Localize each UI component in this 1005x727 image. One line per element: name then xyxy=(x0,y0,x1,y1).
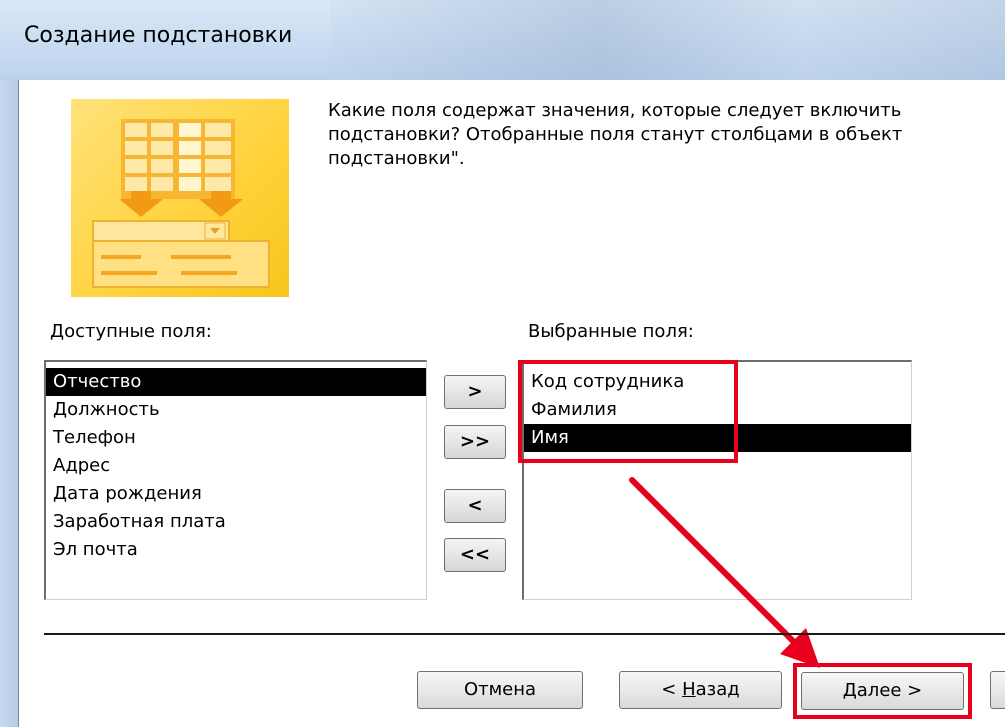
window-title: Создание подстановки xyxy=(24,23,293,48)
footer-separator xyxy=(44,633,1005,635)
remove-all-fields-button[interactable]: << xyxy=(444,538,506,572)
available-field-item[interactable]: Адрес xyxy=(46,452,426,480)
selected-fields-highlight xyxy=(518,360,738,463)
finish-button-partial[interactable] xyxy=(990,671,1005,709)
blurred-background-ribbon xyxy=(330,0,1005,80)
lookup-wizard-illustration-icon xyxy=(71,99,289,297)
available-fields-listbox[interactable]: Отчество Должность Телефон Адрес Дата ро… xyxy=(44,360,427,600)
available-field-item[interactable]: Телефон xyxy=(46,424,426,452)
selected-fields-label: Выбранные поля: xyxy=(528,321,694,342)
available-field-item[interactable]: Заработная плата xyxy=(46,508,426,536)
available-field-item[interactable]: Эл почта xyxy=(46,536,426,564)
available-field-item[interactable]: Должность xyxy=(46,396,426,424)
available-field-item[interactable]: Отчество xyxy=(46,368,426,396)
prompt-line-2: подстановки? Отобранные поля станут стол… xyxy=(328,124,903,145)
add-field-button[interactable]: > xyxy=(444,375,506,409)
window-titlebar[interactable]: Создание подстановки xyxy=(0,0,1005,80)
window-frame-left xyxy=(0,80,19,727)
back-button[interactable]: < Назад xyxy=(619,671,782,709)
available-field-item[interactable]: Дата рождения xyxy=(46,480,426,508)
wizard-prompt: Какие поля содержат значения, которые сл… xyxy=(328,99,1005,171)
back-button-prefix: < xyxy=(661,679,683,700)
prompt-line-1: Какие поля содержат значения, которые сл… xyxy=(328,100,902,121)
back-button-rest: азад xyxy=(695,679,740,700)
next-button-highlight xyxy=(793,663,972,719)
cancel-button[interactable]: Отмена xyxy=(417,671,583,709)
remove-field-button[interactable]: < xyxy=(444,489,506,523)
prompt-line-3: подстановки". xyxy=(328,148,465,169)
add-all-fields-button[interactable]: >> xyxy=(444,425,506,459)
available-fields-label: Доступные поля: xyxy=(50,321,212,342)
back-button-mnemonic: Н xyxy=(682,679,696,700)
red-arrow-annotation-icon xyxy=(629,477,820,668)
